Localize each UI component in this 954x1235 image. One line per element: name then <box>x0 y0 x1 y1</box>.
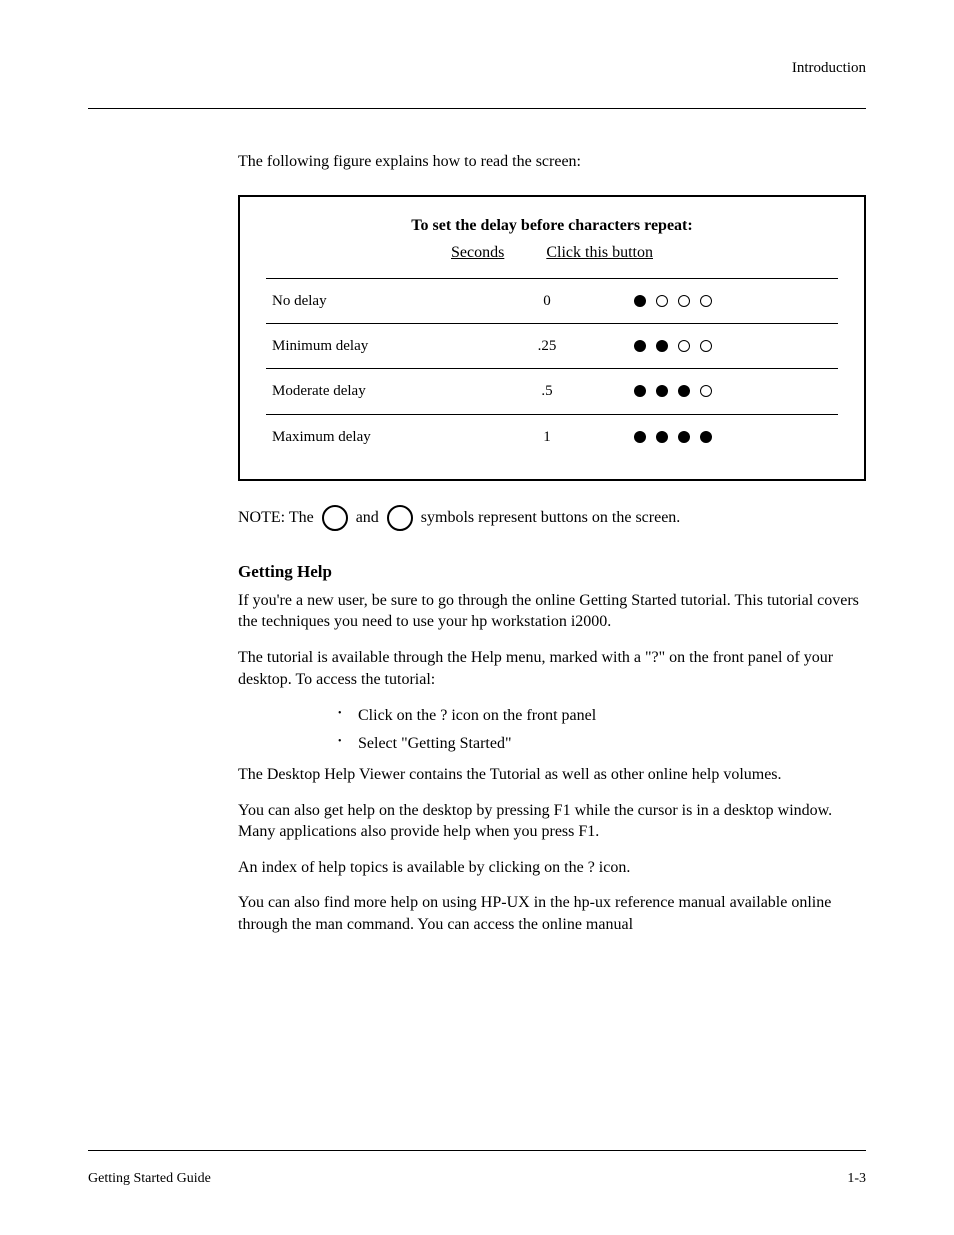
dot-open-icon <box>700 295 712 307</box>
body-content: The following figure explains how to rea… <box>238 151 866 936</box>
figure-title: To set the delay before characters repea… <box>266 215 838 237</box>
figure-row-dots <box>592 385 832 397</box>
dot-filled-icon <box>634 431 646 443</box>
figure-row: Maximum delay 1 <box>266 415 838 459</box>
figure-col-seconds: Seconds <box>451 242 504 264</box>
bullet-list: Click on the ? icon on the front panel S… <box>238 704 866 756</box>
section-para-1: If you're a new user, be sure to go thro… <box>238 590 866 633</box>
section-para-3: The Desktop Help Viewer contains the Tut… <box>238 764 866 786</box>
footer-right: 1-3 <box>847 1171 866 1187</box>
figure-col-button: Click this button <box>546 242 653 264</box>
dot-filled-icon <box>634 295 646 307</box>
circle-icon <box>322 505 348 531</box>
figure-column-headers: Seconds Click this button <box>266 242 838 264</box>
figure-row: Moderate delay .5 <box>266 369 838 413</box>
footer-rule <box>88 1150 866 1151</box>
figure-row-seconds: 0 <box>502 291 592 311</box>
dot-filled-icon <box>656 385 668 397</box>
dot-filled-icon <box>678 385 690 397</box>
bullet-item: Select "Getting Started" <box>238 732 866 756</box>
circle-icon <box>387 505 413 531</box>
section-heading: Getting Help <box>238 561 866 584</box>
dot-filled-icon <box>634 385 646 397</box>
intro-para: The following figure explains how to rea… <box>238 151 866 173</box>
dot-open-icon <box>678 295 690 307</box>
figure-row: Minimum delay .25 <box>266 324 838 368</box>
figure-row-label: No delay <box>272 291 502 311</box>
note-row: NOTE: The and symbols represent buttons … <box>238 505 866 531</box>
header-rule <box>88 108 866 109</box>
section-para-6: You can also find more help on using HP-… <box>238 892 866 935</box>
bullet-item: Click on the ? icon on the front panel <box>238 704 866 728</box>
figure-row-dots <box>592 431 832 443</box>
figure-row-label: Minimum delay <box>272 336 502 356</box>
dot-filled-icon <box>656 431 668 443</box>
note-suffix: symbols represent buttons on the screen. <box>421 507 681 529</box>
figure-row: No delay 0 <box>266 279 838 323</box>
dot-open-icon <box>700 340 712 352</box>
section-para-2: The tutorial is available through the He… <box>238 647 866 690</box>
figure-row-dots <box>592 295 832 307</box>
figure-row-dots <box>592 340 832 352</box>
dot-filled-icon <box>634 340 646 352</box>
figure-row-seconds: .25 <box>502 336 592 356</box>
note-mid: and <box>356 507 379 529</box>
header-chapter: Introduction <box>792 60 866 77</box>
section-para-4: You can also get help on the desktop by … <box>238 800 866 843</box>
footer: Getting Started Guide 1-3 <box>88 1171 866 1187</box>
figure-box: To set the delay before characters repea… <box>238 195 866 481</box>
dot-open-icon <box>678 340 690 352</box>
figure-row-seconds: 1 <box>502 427 592 447</box>
figure-row-label: Maximum delay <box>272 427 502 447</box>
figure-row-seconds: .5 <box>502 381 592 401</box>
note-prefix: NOTE: The <box>238 507 314 529</box>
section-para-5: An index of help topics is available by … <box>238 857 866 879</box>
dot-filled-icon <box>678 431 690 443</box>
footer-left: Getting Started Guide <box>88 1171 211 1187</box>
figure-row-label: Moderate delay <box>272 381 502 401</box>
dot-open-icon <box>656 295 668 307</box>
dot-filled-icon <box>656 340 668 352</box>
dot-open-icon <box>700 385 712 397</box>
dot-filled-icon <box>700 431 712 443</box>
